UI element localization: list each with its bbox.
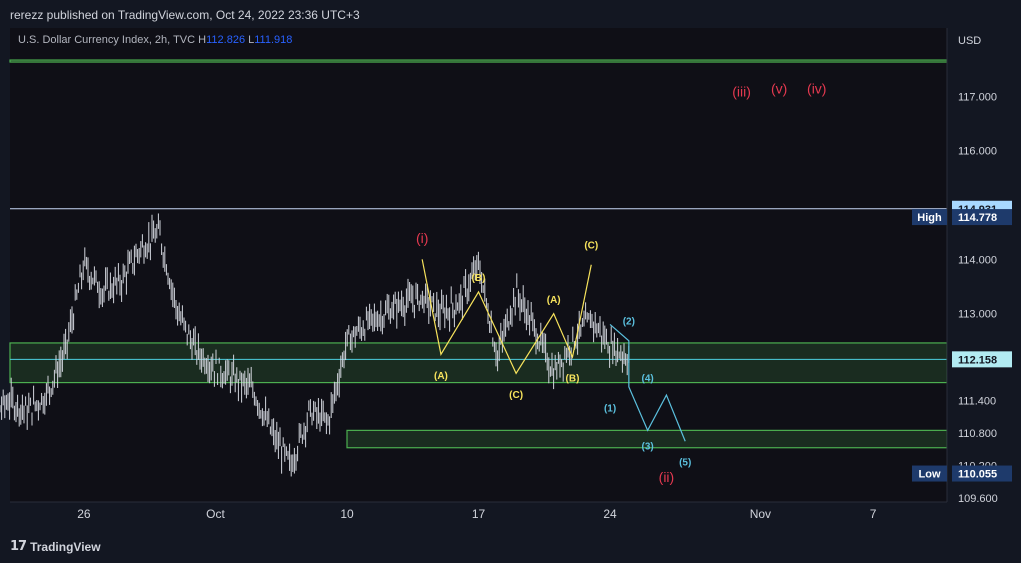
chart-legend: U.S. Dollar Currency Index, 2h, TVC H112… <box>18 34 292 46</box>
wave-label: (5) <box>679 458 691 469</box>
wave-label: (iii) <box>732 83 751 99</box>
wave-label: (2) <box>623 316 635 327</box>
zone-rect <box>9 342 948 384</box>
tradingview-logo-icon: 17 <box>10 539 27 554</box>
price-chart[interactable]: (i) (ii) (iii) (v) (iv) (A) (B) (C) (A) (B) (C) (1)… <box>0 0 1021 563</box>
wave-label: (i) <box>416 230 428 246</box>
high-label: H <box>198 34 207 46</box>
zone-rect <box>9 59 948 63</box>
wave-label: (A) <box>547 295 561 306</box>
y-tick-label: 114.000 <box>958 254 997 266</box>
tradingview-logo[interactable]: 17 TradingView <box>10 539 101 554</box>
wave-label: (4) <box>642 373 654 384</box>
wave-label: (iv) <box>807 81 826 97</box>
x-tick-label: Oct <box>206 507 225 521</box>
symbol-title: U.S. Dollar Currency Index, 2h, TVC <box>18 34 196 46</box>
y-tick-label: 117.000 <box>958 91 997 103</box>
wave-label: (3) <box>642 441 654 452</box>
y-tick-label: 113.000 <box>958 309 997 321</box>
price-tag-value: 110.055 <box>958 469 997 481</box>
x-tick-label: 17 <box>472 507 486 521</box>
footer-bar <box>0 530 1021 563</box>
x-tick-label: 24 <box>603 507 617 521</box>
y-tick-label: 110.800 <box>958 428 997 440</box>
wave-label: (1) <box>604 403 616 414</box>
brand-name: TradingView <box>30 539 101 554</box>
wave-label: (B) <box>566 373 580 384</box>
wave-label: (A) <box>434 371 448 382</box>
wave-label: (v) <box>771 81 787 97</box>
x-tick-label: 7 <box>870 507 877 521</box>
wave-label: (ii) <box>659 469 675 485</box>
wave-label: (C) <box>509 390 523 401</box>
y-tick-label: 111.400 <box>958 396 996 408</box>
price-tag-value: 114.778 <box>958 212 997 224</box>
price-tag-label: Low <box>919 469 941 481</box>
x-tick-label: 26 <box>77 507 91 521</box>
price-tag-value: 112.158 <box>958 354 997 366</box>
wave-label: (C) <box>584 240 598 251</box>
wave-label: (B) <box>472 273 486 284</box>
high-value: 112.826 <box>206 34 246 46</box>
price-tag-label: High <box>917 212 942 224</box>
y-tick-label: 116.000 <box>958 146 997 158</box>
y-tick-label: 109.600 <box>958 493 998 505</box>
currency-label: USD <box>958 35 981 47</box>
low-value: 111.918 <box>254 34 293 46</box>
x-tick-label: Nov <box>750 507 771 521</box>
x-tick-label: 10 <box>340 507 354 521</box>
